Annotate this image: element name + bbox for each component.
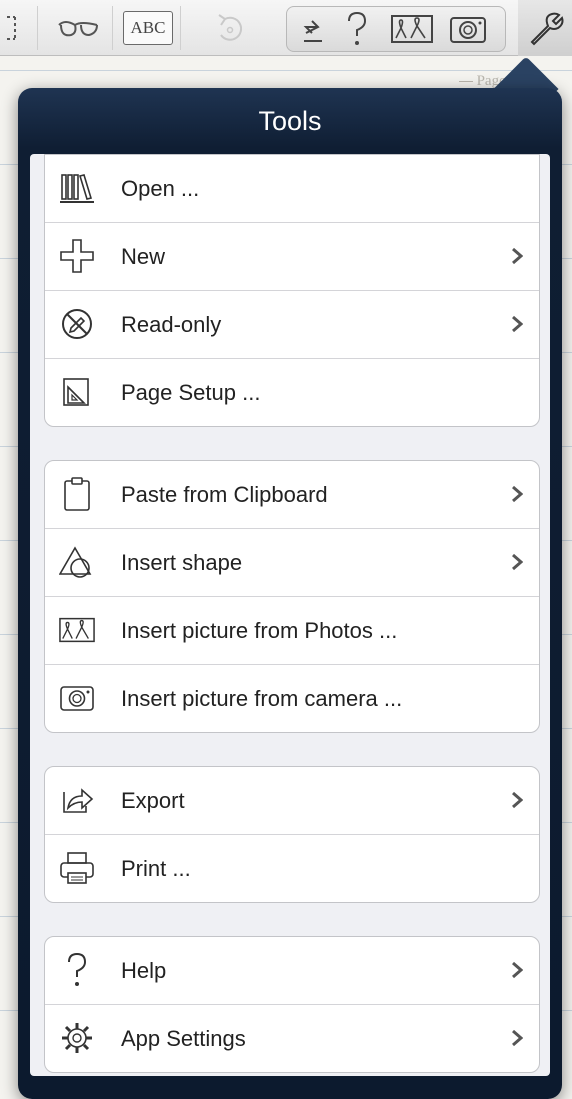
menu-item-page-setup[interactable]: Page Setup ... [45,359,539,426]
settings-gear-icon [59,1020,95,1056]
menu-group: Export Print ... [44,766,540,903]
menu-item-read-only[interactable]: Read-only [45,291,539,359]
toolbar-group [286,6,506,52]
menu-item-insert-shape[interactable]: Insert shape [45,529,539,597]
popover-content: Open ... New Read-only Page Setup ... Pa… [30,154,550,1076]
toolbar-divider [37,6,38,50]
menu-item-export[interactable]: Export [45,767,539,835]
menu-group: Help App Settings [44,936,540,1073]
menu-group: Open ... New Read-only Page Setup ... [44,154,540,427]
shape-icon [59,544,95,580]
photos-icon [59,612,95,648]
chevron-right-icon [512,485,523,503]
chevron-right-icon [512,315,523,333]
menu-item-label: Export [121,787,185,813]
tools-wrench-icon [530,12,564,46]
menu-item-label: Read-only [121,311,222,337]
selection-icon[interactable] [0,8,30,48]
menu-group: Paste from Clipboard Insert shape Insert… [44,460,540,733]
menu-item-label: Help [121,957,167,983]
printer-icon [59,850,95,886]
library-icon [59,170,95,206]
glasses-icon[interactable] [48,8,108,48]
menu-item-label: New [121,243,166,269]
camera-icon[interactable] [443,9,493,49]
menu-item-insert-picture-photos[interactable]: Insert picture from Photos ... [45,597,539,665]
menu-item-label: Paste from Clipboard [121,481,328,507]
menu-item-label: Insert picture from Photos ... [121,617,398,643]
menu-item-print[interactable]: Print ... [45,835,539,902]
toolbar-divider [112,6,113,50]
help-icon[interactable] [337,9,377,49]
menu-item-app-settings[interactable]: App Settings [45,1005,539,1072]
menu-item-label: Print ... [121,855,191,881]
menu-item-new[interactable]: New [45,223,539,291]
export-icon[interactable] [293,9,333,49]
chevron-right-icon [512,553,523,571]
page-rule [0,70,572,71]
readonly-icon [59,306,95,342]
photos-icon[interactable] [387,9,437,49]
menu-item-label: Open ... [121,175,200,201]
page-setup-icon [59,374,95,410]
help-icon [59,952,95,988]
clipboard-icon [59,476,95,512]
menu-item-label: Insert picture from camera ... [121,685,403,711]
chevron-right-icon [512,791,523,809]
top-toolbar: ABC [0,0,572,56]
chevron-right-icon [512,247,523,265]
undo-icon[interactable] [200,8,260,48]
camera-icon [59,680,95,716]
menu-item-open[interactable]: Open ... [45,155,539,223]
menu-item-label: Page Setup ... [121,379,261,405]
menu-item-label: App Settings [121,1025,246,1051]
plus-icon [59,238,95,274]
menu-item-label: Insert shape [121,549,243,575]
spellcheck-label: ABC [123,11,173,45]
tools-popover: Tools Open ... New Read-only Page Setup … [18,88,562,1099]
export-icon [59,782,95,818]
tools-button[interactable] [518,0,572,56]
spellcheck-icon[interactable]: ABC [120,8,176,48]
popover-title: Tools [258,106,322,136]
chevron-right-icon [512,961,523,979]
menu-item-paste-from-clipboard[interactable]: Paste from Clipboard [45,461,539,529]
toolbar-divider [180,6,181,50]
menu-item-help[interactable]: Help [45,937,539,1005]
chevron-right-icon [512,1029,523,1047]
menu-item-insert-picture-camera[interactable]: Insert picture from camera ... [45,665,539,732]
